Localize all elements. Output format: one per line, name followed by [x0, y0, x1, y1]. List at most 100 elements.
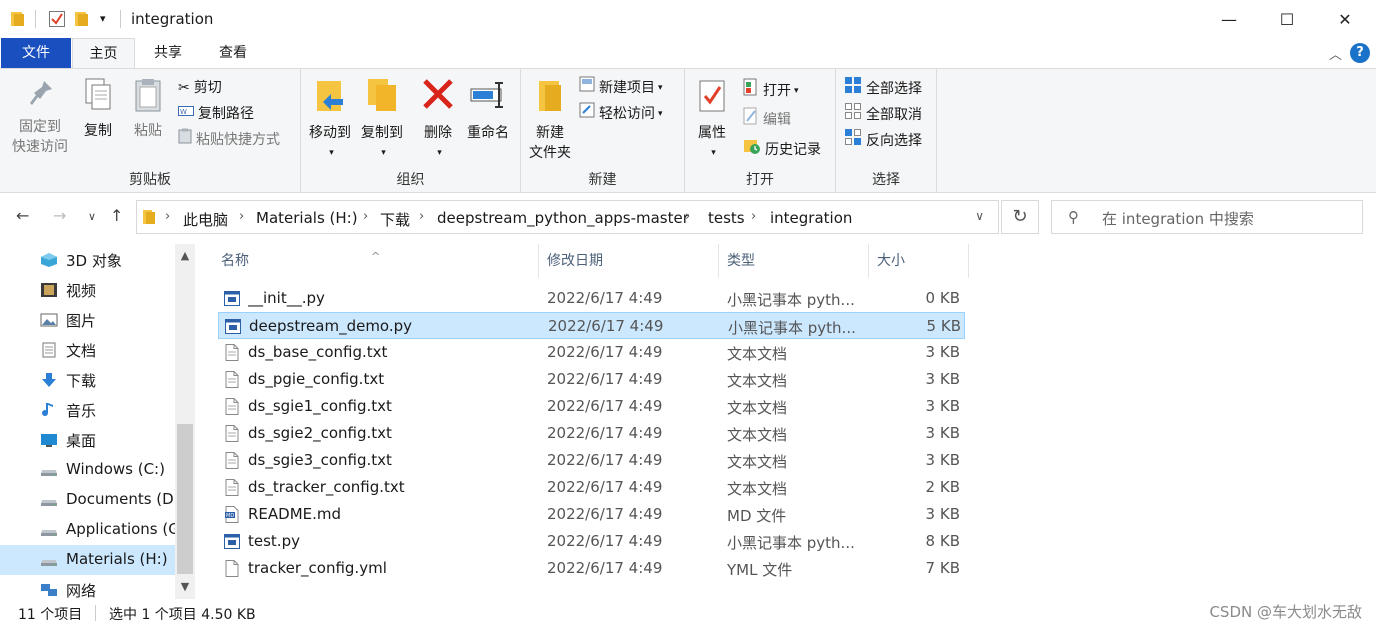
column-header-size[interactable]: 大小 — [869, 244, 969, 278]
pin-quick-access-button[interactable]: 固定到 快速访问 — [8, 77, 72, 157]
python-file-icon — [224, 290, 240, 307]
videos-icon — [40, 282, 58, 298]
refresh-button[interactable]: ↻ — [1001, 200, 1039, 234]
tab-file[interactable]: 文件 — [1, 38, 71, 68]
history-button[interactable]: 历史记录 — [743, 137, 821, 161]
folder-icon — [142, 209, 156, 229]
breadcrumb-separator-icon[interactable]: › — [685, 209, 690, 224]
dropdown-icon: ▾ — [329, 148, 334, 158]
breadcrumb-separator-icon[interactable]: › — [419, 209, 424, 224]
maximize-button[interactable]: ☐ — [1258, 0, 1316, 38]
column-header-name[interactable]: 名称 ^ — [213, 244, 539, 278]
nav-item[interactable]: 文档 — [0, 335, 175, 365]
back-arrow-icon[interactable]: ← — [16, 206, 29, 225]
breadcrumb-integration[interactable]: integration — [770, 209, 852, 227]
ribbon: 固定到 快速访问 复制 粘贴 ✂ 剪切 W 复制路径 粘贴快捷方式 剪贴板 移动… — [0, 68, 1376, 193]
file-date: 2022/6/17 4:49 — [547, 397, 663, 415]
move-to-button[interactable]: 移动到 ▾ — [305, 77, 355, 163]
cut-button[interactable]: ✂ 剪切 — [178, 76, 222, 100]
file-row[interactable]: tracker_config.yml 2022/6/17 4:49 YML 文件 7 … — [218, 555, 965, 582]
select-all-button[interactable]: 全部选择 — [844, 76, 922, 100]
nav-item[interactable]: 桌面 — [0, 425, 175, 455]
properties-check-icon[interactable] — [48, 10, 66, 32]
open-button[interactable]: 打开 ▾ — [743, 78, 799, 102]
forward-arrow-icon[interactable]: → — [53, 206, 66, 225]
breadcrumb-separator-icon[interactable]: › — [165, 209, 170, 224]
delete-button[interactable]: 删除 ▾ — [417, 77, 459, 163]
file-row[interactable]: ds_sgie3_config.txt 2022/6/17 4:49 文本文档 3 K… — [218, 447, 965, 474]
text-file-icon — [224, 398, 240, 415]
paste-shortcut-button[interactable]: 粘贴快捷方式 — [178, 128, 280, 152]
nav-item[interactable]: 下载 — [0, 365, 175, 395]
breadcrumb-deepstream[interactable]: deepstream_python_apps-master — [437, 209, 689, 227]
file-row[interactable]: deepstream_demo.py 2022/6/17 4:49 小黑记事本 py… — [218, 312, 965, 339]
copy-path-button[interactable]: W 复制路径 — [178, 102, 254, 126]
file-size: 0 KB — [925, 289, 960, 307]
breadcrumb-materials[interactable]: Materials (H:) — [256, 209, 358, 227]
file-row[interactable]: ds_sgie1_config.txt 2022/6/17 4:49 文本文档 3 K… — [218, 393, 965, 420]
file-row[interactable]: __init__.py 2022/6/17 4:49 小黑记事本 pyth... 0 … — [218, 285, 965, 312]
close-button[interactable]: ✕ — [1316, 0, 1374, 38]
rename-button[interactable]: 重命名 — [463, 77, 513, 143]
dropdown-icon: ▾ — [711, 148, 716, 158]
column-header-date[interactable]: 修改日期 — [539, 244, 719, 278]
copy-icon — [76, 77, 120, 119]
address-dropdown-chevron-icon[interactable]: ∨ — [975, 209, 984, 223]
breadcrumb-separator-icon[interactable]: › — [363, 209, 368, 224]
column-header-type[interactable]: 类型 — [719, 244, 869, 278]
tab-share[interactable]: 共享 — [140, 38, 196, 68]
collapse-ribbon-icon[interactable]: ︿ — [1329, 44, 1342, 63]
breadcrumb-this-pc[interactable]: 此电脑 — [183, 209, 228, 230]
nav-item[interactable]: 图片 — [0, 305, 175, 335]
file-date: 2022/6/17 4:49 — [548, 317, 664, 335]
breadcrumb-tests[interactable]: tests — [708, 209, 745, 227]
file-date: 2022/6/17 4:49 — [547, 343, 663, 361]
scroll-up-arrow-icon[interactable]: ▲ — [175, 246, 195, 266]
tab-home[interactable]: 主页 — [72, 38, 135, 68]
file-row[interactable]: test.py 2022/6/17 4:49 小黑记事本 pyth... 8 KB — [218, 528, 965, 555]
copy-to-button[interactable]: 复制到 ▾ — [357, 77, 407, 163]
up-arrow-icon[interactable]: ↑ — [110, 206, 123, 225]
file-date: 2022/6/17 4:49 — [547, 559, 663, 577]
edit-button[interactable]: 编辑 — [743, 107, 791, 131]
file-row[interactable]: ds_base_config.txt 2022/6/17 4:49 文本文档 3 KB — [218, 339, 965, 366]
nav-item[interactable]: 3D 对象 — [0, 245, 175, 275]
recent-locations-chevron-icon[interactable]: ∨ — [88, 210, 96, 223]
copy-button[interactable]: 复制 — [76, 77, 120, 141]
easy-access-button[interactable]: 轻松访问 ▾ — [579, 102, 663, 126]
address-bar[interactable]: › 此电脑 › Materials (H:) › 下载 › deepstream… — [136, 200, 999, 234]
nav-scrollbar[interactable]: ▲ ▼ — [175, 244, 195, 599]
nav-item-label: Windows (C:) — [66, 460, 165, 478]
nav-item[interactable]: Documents (D:) — [0, 485, 175, 515]
new-item-button[interactable]: 新建项目 ▾ — [579, 76, 663, 100]
help-button[interactable]: ? — [1350, 43, 1370, 63]
folder-icon[interactable] — [10, 10, 26, 32]
quick-access-dropdown-icon[interactable]: ▾ — [100, 12, 106, 25]
invert-selection-button[interactable]: 反向选择 — [844, 128, 922, 152]
paste-button[interactable]: 粘贴 — [126, 77, 170, 141]
tab-view[interactable]: 查看 — [203, 38, 263, 68]
nav-item[interactable]: Windows (C:) — [0, 455, 175, 485]
nav-item[interactable]: 网络 — [0, 575, 175, 599]
file-row[interactable]: MD README.md 2022/6/17 4:49 MD 文件 3 KB — [218, 501, 965, 528]
new-folder-icon[interactable] — [74, 10, 90, 32]
properties-button[interactable]: 属性 ▾ — [691, 77, 733, 163]
file-row[interactable]: ds_sgie2_config.txt 2022/6/17 4:49 文本文档 3 K… — [218, 420, 965, 447]
breadcrumb-downloads[interactable]: 下载 — [380, 209, 410, 230]
scissors-icon: ✂ — [178, 80, 190, 96]
file-row[interactable]: ds_tracker_config.txt 2022/6/17 4:49 文本文档 2… — [218, 474, 965, 501]
breadcrumb-separator-icon[interactable]: › — [239, 209, 244, 224]
breadcrumb-separator-icon[interactable]: › — [751, 209, 756, 224]
scroll-down-arrow-icon[interactable]: ▼ — [175, 577, 195, 597]
file-row[interactable]: ds_pgie_config.txt 2022/6/17 4:49 文本文档 3 KB — [218, 366, 965, 393]
scroll-thumb[interactable] — [177, 424, 193, 574]
file-size: 3 KB — [925, 424, 960, 442]
nav-item[interactable]: Applications (G:) — [0, 515, 175, 545]
minimize-button[interactable]: — — [1200, 0, 1258, 38]
nav-item[interactable]: 视频 — [0, 275, 175, 305]
nav-item[interactable]: Materials (H:) — [0, 545, 175, 575]
new-folder-button[interactable]: 新建 文件夹 — [525, 77, 575, 163]
select-none-button[interactable]: 全部取消 — [844, 102, 922, 126]
search-box[interactable]: ⚲ 在 integration 中搜索 — [1051, 200, 1363, 234]
nav-item[interactable]: 音乐 — [0, 395, 175, 425]
